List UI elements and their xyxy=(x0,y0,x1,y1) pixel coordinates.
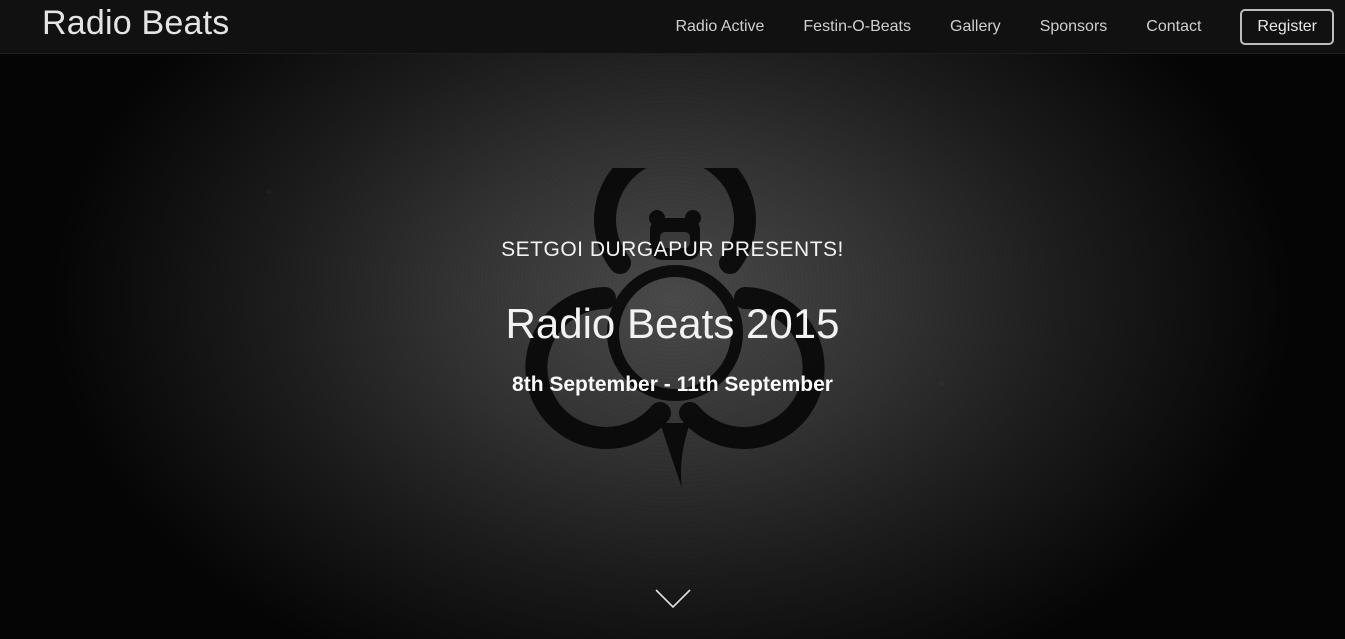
register-button[interactable]: Register xyxy=(1240,8,1334,45)
nav-link-sponsors[interactable]: Sponsors xyxy=(1040,18,1108,36)
nav-link-festin-o-beats[interactable]: Festin-O-Beats xyxy=(803,18,911,36)
navbar: Radio Beats Radio Active Festin-O-Beats … xyxy=(0,0,1345,54)
chevron-down-icon[interactable] xyxy=(655,588,691,610)
hero-title: Radio Beats 2015 xyxy=(505,300,840,347)
brand-logo[interactable]: Radio Beats xyxy=(42,4,229,43)
nav-link-radio-active[interactable]: Radio Active xyxy=(675,18,764,36)
page: Radio Beats Radio Active Festin-O-Beats … xyxy=(0,0,1345,639)
nav-links: Radio Active Festin-O-Beats Gallery Spon… xyxy=(675,0,1345,53)
hero-presents: SETGOI DURGAPUR PRESENTS! xyxy=(501,238,844,261)
hero-dates: 8th September - 11th September xyxy=(512,373,833,396)
nav-link-contact[interactable]: Contact xyxy=(1146,18,1201,36)
nav-link-gallery[interactable]: Gallery xyxy=(950,18,1001,36)
